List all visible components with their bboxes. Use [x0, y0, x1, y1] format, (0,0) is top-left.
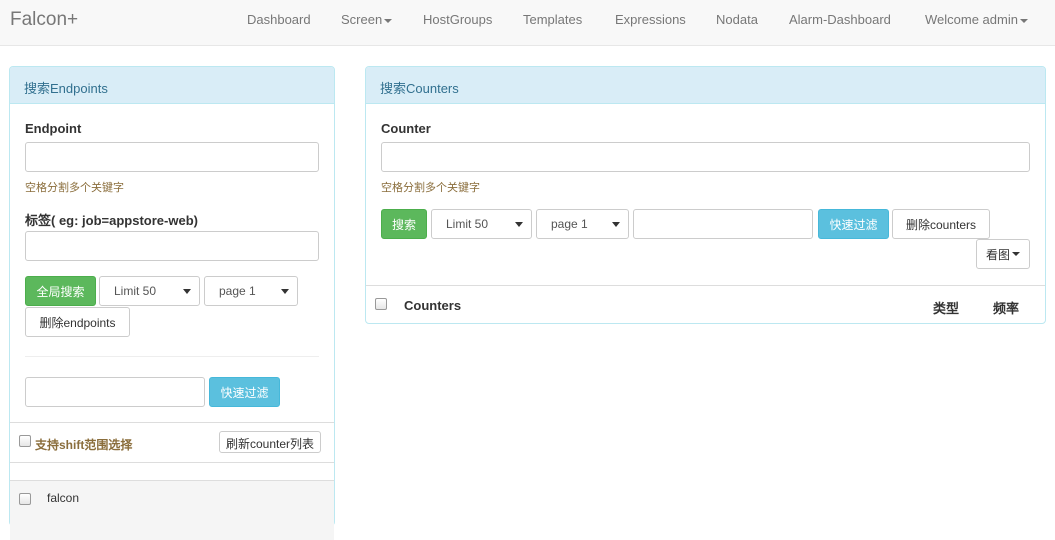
shift-select-label: 支持shift范围选择: [35, 438, 133, 452]
caret-down-icon: [384, 18, 393, 23]
delete-endpoints-button[interactable]: 删除endpoints: [25, 307, 130, 337]
section-divider: [10, 462, 334, 463]
caret-down-icon: [1019, 18, 1028, 23]
endpoints-panel: 搜索Endpoints Endpoint 空格分割多个关键字 标签( eg: j…: [9, 66, 335, 540]
nav-user-menu[interactable]: Welcome admin: [925, 12, 1028, 27]
endpoint-label: Endpoint: [25, 121, 82, 136]
delete-counters-button[interactable]: 删除counters: [892, 209, 990, 239]
nav-screen-label: Screen: [341, 12, 383, 27]
nav-alarm-dashboard[interactable]: Alarm-Dashboard: [789, 12, 891, 27]
shift-select-checkbox[interactable]: [19, 435, 31, 447]
section-divider: [10, 422, 334, 423]
counter-filter-input[interactable]: [633, 209, 813, 239]
endpoint-input[interactable]: [25, 142, 319, 172]
counter-page-value: page 1: [551, 217, 588, 231]
tag-label: 标签( eg: job=appstore-web): [25, 213, 198, 228]
counter-help-text: 空格分割多个关键字: [381, 182, 480, 194]
endpoint-filter-input[interactable]: [25, 377, 205, 407]
counter-limit-select[interactable]: Limit 50: [431, 209, 532, 239]
counter-quick-filter-button[interactable]: 快速过滤: [818, 209, 889, 239]
select-all-counters-checkbox[interactable]: [375, 298, 387, 310]
tag-input[interactable]: [25, 231, 319, 261]
endpoint-list: falcon: [10, 480, 334, 540]
counter-search-button[interactable]: 搜索: [381, 209, 427, 239]
endpoint-quick-filter-button[interactable]: 快速过滤: [209, 377, 280, 407]
column-header-counters: Counters: [404, 298, 462, 313]
global-search-button[interactable]: 全局搜索: [25, 276, 96, 306]
endpoint-row-checkbox[interactable]: [19, 493, 31, 505]
dropdown-arrow-icon: [515, 222, 523, 227]
nav-screen[interactable]: Screen: [341, 12, 393, 27]
caret-down-icon: [1012, 252, 1020, 256]
endpoint-page-value: page 1: [219, 284, 256, 298]
endpoints-panel-title: 搜索Endpoints: [10, 67, 334, 104]
nav-hostgroups[interactable]: HostGroups: [423, 12, 492, 27]
view-graph-label: 看图: [985, 247, 1010, 262]
nav-expressions[interactable]: Expressions: [615, 12, 686, 27]
brand-logo[interactable]: Falcon+: [10, 9, 78, 31]
endpoint-name: falcon: [47, 491, 80, 505]
dropdown-arrow-icon: [281, 289, 289, 294]
counter-limit-value: Limit 50: [446, 217, 489, 231]
list-item[interactable]: falcon: [10, 481, 334, 513]
column-header-frequency: 频率: [993, 301, 1020, 316]
endpoint-help-text: 空格分割多个关键字: [25, 182, 124, 194]
user-menu-label: Welcome admin: [925, 12, 1018, 27]
view-graph-button[interactable]: 看图: [976, 239, 1030, 269]
nav-dashboard[interactable]: Dashboard: [247, 12, 311, 27]
top-navbar: Falcon+ Dashboard Screen HostGroups Temp…: [0, 0, 1055, 46]
counter-page-select[interactable]: page 1: [536, 209, 629, 239]
section-divider: [25, 356, 319, 357]
nav-nodata[interactable]: Nodata: [716, 12, 758, 27]
counters-panel-title: 搜索Counters: [366, 67, 1045, 104]
dropdown-arrow-icon: [612, 222, 620, 227]
endpoint-limit-value: Limit 50: [114, 284, 157, 298]
refresh-counter-list-button[interactable]: 刷新counter列表: [219, 431, 322, 453]
column-header-type: 类型: [933, 301, 960, 316]
nav-templates[interactable]: Templates: [523, 12, 582, 27]
counters-panel: 搜索Counters Counter 空格分割多个关键字 搜索 Limit 50…: [365, 66, 1046, 324]
endpoint-page-select[interactable]: page 1: [204, 276, 298, 306]
counter-input[interactable]: [381, 142, 1030, 172]
endpoint-limit-select[interactable]: Limit 50: [99, 276, 200, 306]
dropdown-arrow-icon: [183, 289, 191, 294]
counter-label: Counter: [381, 121, 431, 136]
counters-table-header: Counters 类型 频率: [366, 286, 1045, 323]
